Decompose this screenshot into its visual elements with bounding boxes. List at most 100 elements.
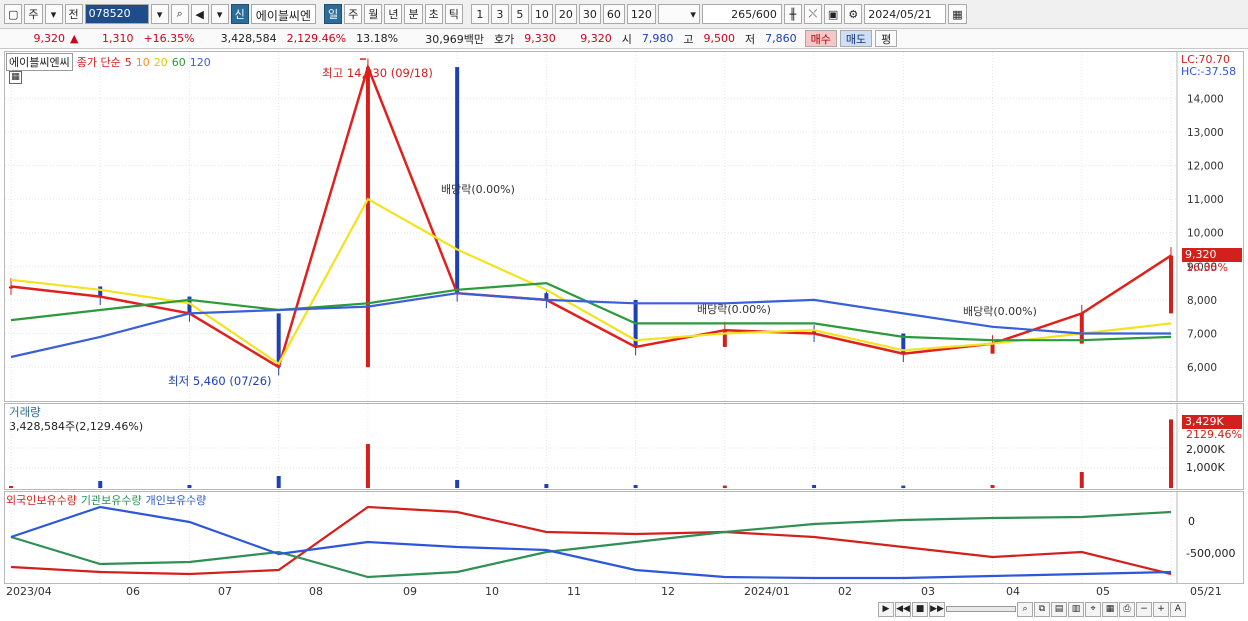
last-price-tag: 9,320 [1182, 248, 1242, 262]
volume-bar [990, 485, 995, 488]
x-label-2024-01: 2024/01 [744, 585, 790, 598]
volume-bar [98, 481, 103, 488]
up-arrow-icon: ▲ [70, 32, 79, 45]
candle-icon[interactable]: ╫ [783, 4, 802, 24]
price-y-tick: 13,000 [1187, 127, 1224, 139]
volume-bar [1079, 472, 1084, 488]
chevron-down-icon[interactable]: ▾ [44, 4, 63, 24]
holding-tick-500k: -500,000 [1186, 547, 1236, 560]
cross-chart-icon[interactable]: ⤬ [803, 4, 822, 24]
calendar-icon[interactable]: ▦ [948, 4, 967, 24]
chart-scroll-controls: ▶ ◀◀ ■ ▶▶ ⌕ ⧉ ▤ ▥ ⌖ ▦ ⎙ − + A [878, 601, 1244, 617]
holding-chart[interactable] [5, 492, 1243, 583]
bar-count-field[interactable]: 265/600 [701, 4, 782, 24]
zoom-out-icon[interactable]: − [1136, 601, 1152, 617]
volume-value: 3,428,584 [220, 32, 277, 45]
copy-icon[interactable]: ⧉ [1034, 601, 1050, 617]
zoom-search-icon[interactable]: ⌕ [1017, 601, 1033, 617]
bid-price-1: 9,330 [524, 32, 556, 45]
dividend-label-1: 배당락(0.00%) [441, 183, 515, 196]
high-annotation: 최고 14,930 (09/18) [322, 66, 433, 80]
prev-button[interactable]: 전 [64, 4, 83, 24]
tab-second[interactable]: 초 [424, 4, 443, 24]
volume-bar [9, 486, 13, 488]
interval-10[interactable]: 10 [530, 4, 553, 24]
grid-icon[interactable]: ▦ [1102, 601, 1118, 617]
volume-bar [901, 485, 906, 488]
price-y-tick: 8,000 [1187, 295, 1217, 307]
chevron-down-icon[interactable]: ▾ [210, 4, 229, 24]
volume-bar [812, 485, 817, 488]
rewind-icon[interactable]: ◀◀ [895, 601, 911, 617]
bid-label: 호가 [494, 32, 515, 46]
interval-60[interactable]: 60 [602, 4, 625, 24]
dividend-label-3: 배당락(0.00%) [963, 305, 1037, 318]
x-label-05-21: 05/21 [1190, 585, 1222, 598]
eval-button[interactable]: 평 [875, 30, 898, 47]
tab-year[interactable]: 년 [384, 4, 403, 24]
date-field[interactable]: 2024/05/21 [864, 4, 947, 24]
tab-tick[interactable]: 틱 [444, 4, 463, 24]
price-y-tick: 6,000 [1187, 362, 1217, 374]
open-label: 시 [621, 32, 632, 46]
print-icon[interactable]: ⎙ [1119, 601, 1135, 617]
gear-icon[interactable]: ⚙ [844, 4, 863, 24]
new-badge[interactable]: 신 [230, 4, 249, 24]
price-y-tick: 12,000 [1187, 161, 1224, 173]
price-chart[interactable]: 14,00013,00012,00011,00010,0009,0008,000… [5, 52, 1243, 401]
last-pct-label: 16.35% [1186, 261, 1228, 274]
x-label-02: 02 [838, 585, 852, 598]
x-label-03: 03 [921, 585, 935, 598]
sell-button[interactable]: 매도 [839, 30, 873, 47]
volume-bar [633, 485, 638, 488]
current-price: 9,320 [33, 32, 66, 45]
bar-count: 265 [731, 7, 753, 21]
zoom-in-icon[interactable]: + [1153, 601, 1169, 617]
tab-day[interactable]: 일 [323, 4, 343, 24]
save-icon[interactable]: ▣ [823, 4, 843, 24]
interval-5[interactable]: 5 [510, 4, 529, 24]
stop-icon[interactable]: ■ [912, 601, 928, 617]
low-annotation: 최저 5,460 (07/26) [168, 374, 272, 388]
period-select[interactable]: 주 [24, 4, 43, 24]
interval-dropdown[interactable]: ▾ [657, 4, 700, 24]
fast-forward-icon[interactable]: ▶▶ [929, 601, 945, 617]
trade-amount: 30,969백만 [425, 32, 485, 46]
font-size-icon[interactable]: A [1170, 601, 1186, 617]
tab-month[interactable]: 월 [364, 4, 383, 24]
interval-120[interactable]: 120 [626, 4, 656, 24]
ma-line-5 [10, 63, 1172, 370]
candle-body [990, 343, 995, 354]
chevron-down-icon[interactable]: ▾ [150, 4, 169, 24]
volume-bar [455, 480, 460, 488]
speaker-icon[interactable]: ◀ [190, 4, 209, 24]
window-icon[interactable]: ▢ [4, 4, 23, 24]
scroll-right-icon[interactable]: ▶ [878, 601, 894, 617]
tab-week[interactable]: 주 [344, 4, 363, 24]
price-y-tick: 10,000 [1187, 228, 1224, 240]
candle-body [1169, 255, 1173, 314]
x-label-11: 11 [567, 585, 581, 598]
zoom-slider[interactable] [946, 606, 1016, 612]
layout-icon[interactable]: ▤ [1051, 601, 1067, 617]
interval-3[interactable]: 3 [490, 4, 509, 24]
volume-bar [365, 444, 370, 488]
volume-chart[interactable] [5, 404, 1243, 489]
search-icon[interactable]: ⌕ [170, 4, 189, 24]
x-label-10: 10 [485, 585, 499, 598]
volume-percent: 2,129.46% [286, 32, 347, 45]
high-label: 고 [683, 32, 694, 46]
interval-1[interactable]: 1 [470, 4, 489, 24]
stock-name-field: 에이블씨엔 [250, 4, 316, 24]
x-label-09: 09 [403, 585, 417, 598]
pin-icon[interactable]: ⌖ [1085, 601, 1101, 617]
buy-button[interactable]: 매수 [804, 30, 837, 47]
tab-minute[interactable]: 분 [404, 4, 423, 24]
volume-bar [722, 485, 727, 488]
split-icon[interactable]: ▥ [1068, 601, 1084, 617]
toolbar: ▢ 주 ▾ 전 078520 ▾ ⌕ ◀ ▾ 신 에이블씨엔 일 주 월 년 분… [0, 0, 1248, 29]
stock-code-input[interactable]: 078520 [84, 4, 149, 24]
interval-20[interactable]: 20 [554, 4, 577, 24]
interval-30[interactable]: 30 [578, 4, 601, 24]
change-percent: +16.35% [143, 32, 195, 45]
